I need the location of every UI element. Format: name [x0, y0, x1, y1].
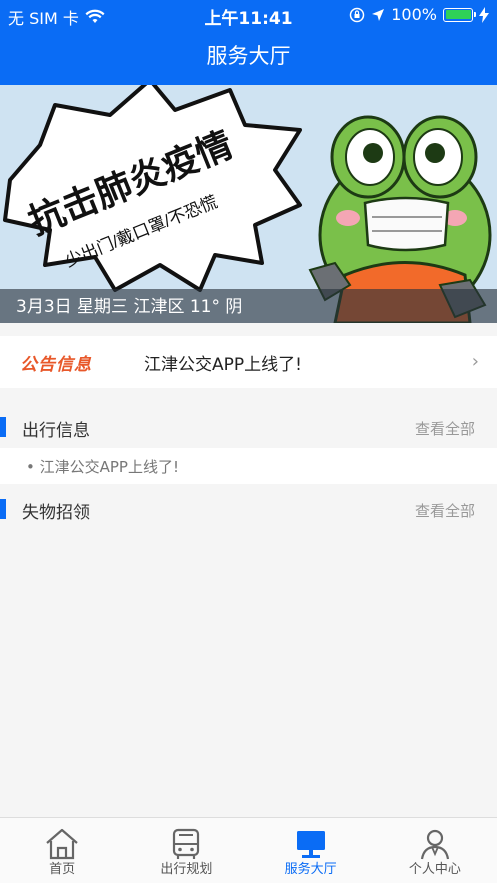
- home-icon: [46, 828, 78, 860]
- status-right: 100%: [349, 5, 489, 24]
- charging-bolt-icon: [479, 6, 489, 23]
- weather-caption: 3月3日 星期三 江津区 11° 阴: [16, 297, 243, 317]
- lost-found-view-all[interactable]: 查看全部: [415, 500, 475, 521]
- carrier-label: 无 SIM 卡: [8, 9, 79, 28]
- travel-info-title: 出行信息: [22, 421, 90, 441]
- travel-info-view-all[interactable]: 查看全部: [415, 418, 475, 439]
- bus-icon: [173, 828, 200, 859]
- list-item[interactable]: • 江津公交APP上线了!: [26, 456, 179, 477]
- tab-label: 出行规划: [160, 862, 213, 877]
- status-left: 无 SIM 卡: [8, 5, 105, 29]
- user-icon: [420, 829, 449, 860]
- tab-trip-planning[interactable]: 出行规划: [124, 818, 248, 883]
- chevron-right-icon: ›: [471, 351, 479, 372]
- notice-row[interactable]: 公告信息 江津公交APP上线了! ›: [0, 336, 497, 388]
- travel-info-list: • 江津公交APP上线了!: [0, 448, 497, 484]
- location-arrow-icon: [372, 8, 385, 21]
- nav-bar: 服务大厅: [0, 29, 497, 85]
- battery-percent: 100%: [391, 5, 437, 24]
- tab-profile[interactable]: 个人中心: [373, 818, 497, 883]
- lost-found-title: 失物招领: [22, 503, 90, 523]
- tab-label: 服务大厅: [284, 862, 337, 877]
- tab-service-hall[interactable]: 服务大厅: [249, 818, 373, 883]
- battery-icon: [443, 7, 476, 22]
- tab-home[interactable]: 首页: [0, 818, 124, 883]
- section-accent-bar: [0, 417, 6, 437]
- tab-label: 个人中心: [408, 862, 461, 877]
- status-bar: 无 SIM 卡 上午11:41 100%: [0, 0, 497, 29]
- banner[interactable]: 抗击肺炎疫情 少出门/戴口罩/不恐慌 3月3日 星期三 江津区 11° 阴: [0, 85, 497, 323]
- page-title: 服务大厅: [206, 44, 291, 68]
- wifi-icon: [85, 9, 105, 23]
- tab-bar: 首页 出行规划 服务大厅 个人中心: [0, 817, 497, 883]
- tab-label: 首页: [49, 862, 76, 877]
- lost-found-header: 失物招领 查看全部: [0, 490, 497, 528]
- travel-info-header: 出行信息 查看全部: [0, 408, 497, 446]
- banner-illustration: 抗击肺炎疫情 少出门/戴口罩/不恐慌: [0, 85, 497, 323]
- monitor-icon: [296, 831, 325, 858]
- notice-text: 江津公交APP上线了!: [144, 355, 302, 375]
- section-accent-bar: [0, 499, 6, 519]
- notice-tag: 公告信息: [20, 355, 92, 375]
- rotation-lock-icon: [350, 7, 365, 22]
